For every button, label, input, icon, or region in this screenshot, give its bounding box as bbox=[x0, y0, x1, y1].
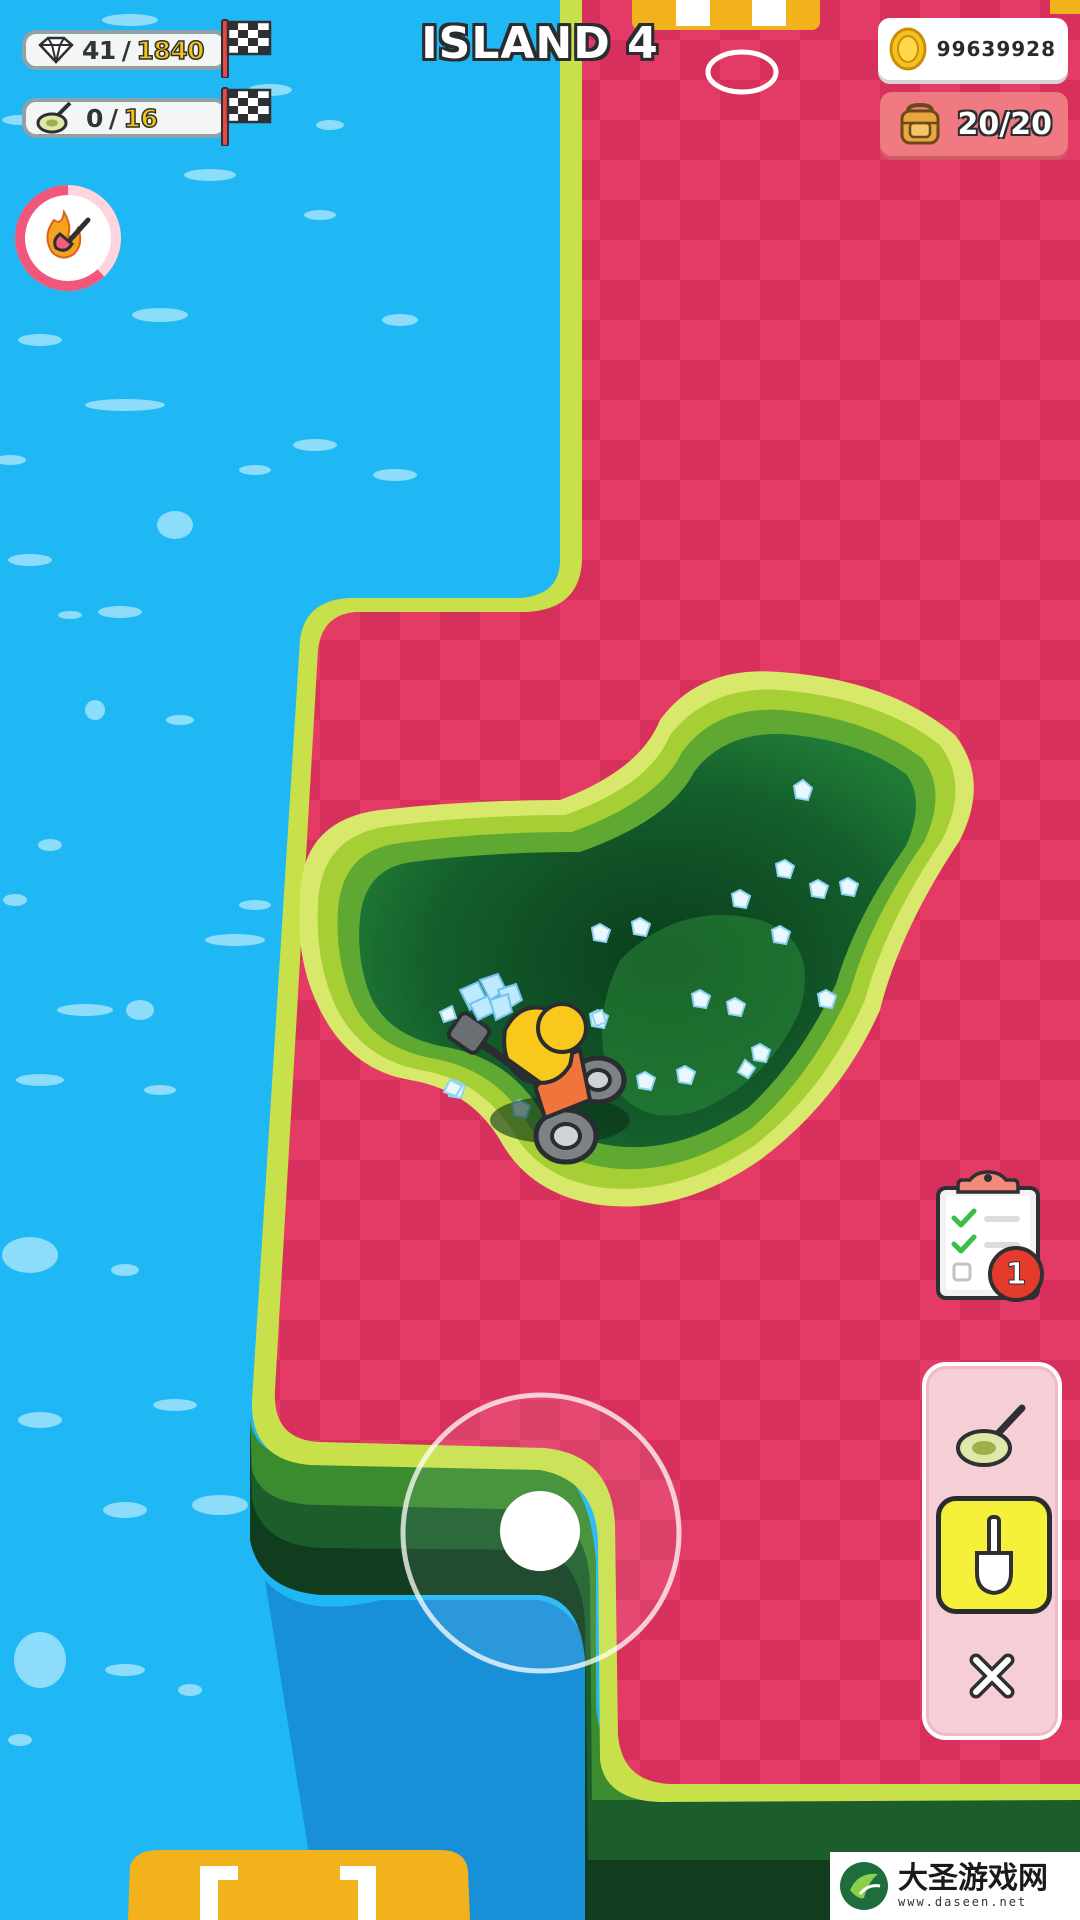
watermark-title: 大圣游戏网 bbox=[898, 1861, 1048, 1896]
gem-counter: 41 / 1840 bbox=[22, 30, 228, 70]
close-icon bbox=[969, 1653, 1015, 1699]
task-badge-count: 1 bbox=[1006, 1257, 1027, 1292]
joystick-thumb[interactable] bbox=[500, 1491, 580, 1571]
coin-counter: 99639928 bbox=[878, 18, 1068, 80]
backpack-capacity[interactable]: 20/20 bbox=[880, 92, 1068, 156]
goal-flag-icon bbox=[221, 87, 272, 146]
gem-target: 1840 bbox=[136, 35, 206, 66]
shovel-icon bbox=[975, 1515, 1013, 1596]
virtual-joystick[interactable] bbox=[396, 1388, 686, 1678]
detector-counter: 0 / 16 bbox=[22, 98, 228, 138]
watermark-url: www.daseen.net bbox=[898, 1895, 1028, 1909]
detector-current: 0 bbox=[86, 103, 103, 133]
detector-target: 16 bbox=[123, 103, 159, 134]
tool-close-button[interactable] bbox=[940, 1624, 1044, 1728]
watermark-logo-icon bbox=[840, 1862, 888, 1910]
watermark: 大圣游戏网 www.daseen.net bbox=[830, 1852, 1080, 1920]
detector-separator: / bbox=[108, 103, 118, 133]
goal-flag-icon bbox=[221, 19, 272, 78]
diamond-icon bbox=[38, 36, 74, 64]
top-right-wall bbox=[1050, 0, 1080, 14]
tasks-button[interactable]: 1 bbox=[934, 1166, 1048, 1306]
coin-icon bbox=[889, 27, 927, 71]
tool-metal-detector-button[interactable] bbox=[940, 1386, 1044, 1490]
backpack-value: 20/20 bbox=[957, 106, 1052, 142]
boost-button[interactable] bbox=[12, 182, 124, 294]
metal-detector-icon bbox=[956, 1404, 1026, 1467]
tool-shovel-button[interactable] bbox=[936, 1496, 1052, 1614]
island-title: ISLAND 4 bbox=[421, 18, 659, 69]
metal-detector-icon bbox=[36, 101, 72, 134]
coin-value: 99639928 bbox=[936, 37, 1056, 61]
tool-selector-panel bbox=[922, 1362, 1062, 1740]
gem-separator: / bbox=[121, 35, 131, 65]
gem-current: 41 bbox=[82, 35, 116, 65]
backpack-icon bbox=[900, 103, 940, 145]
bottom-gate-structure bbox=[128, 1850, 470, 1920]
